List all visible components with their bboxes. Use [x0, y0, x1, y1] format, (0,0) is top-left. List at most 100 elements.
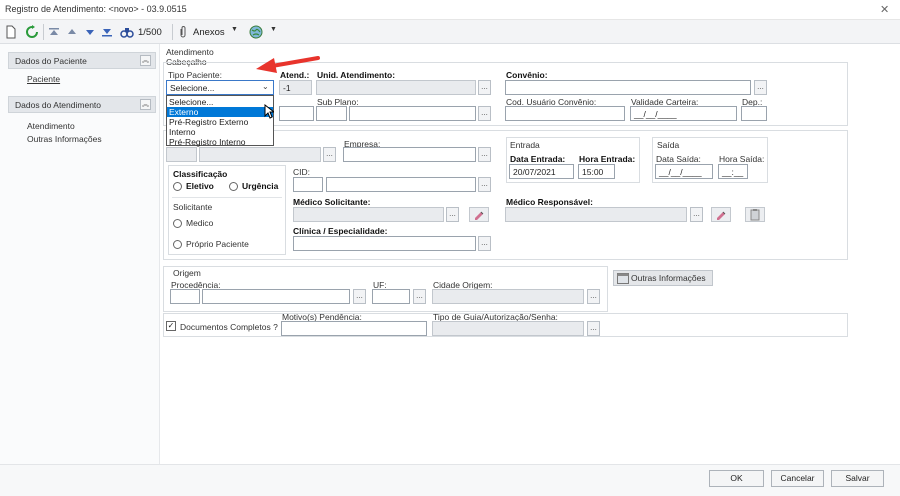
cid-lookup-button[interactable]: ...: [478, 177, 491, 192]
edit-responsible-button[interactable]: [711, 207, 731, 222]
proprio-paciente-label: Próprio Paciente: [186, 239, 249, 249]
medico-solicitante-lookup-button[interactable]: ...: [446, 207, 459, 222]
dropdown-option[interactable]: Selecione...: [167, 97, 273, 107]
chevron-up-icon[interactable]: ︽: [140, 99, 151, 110]
tipo-paciente-label: Tipo Paciente:: [168, 70, 223, 80]
globe-icon[interactable]: [249, 25, 263, 39]
refresh-icon[interactable]: [25, 25, 39, 39]
dropdown-option[interactable]: Pré-Registro Interno: [167, 137, 273, 147]
medico-responsavel-lookup-button[interactable]: ...: [690, 207, 703, 222]
binoculars-icon[interactable]: [120, 25, 134, 39]
sub-plano-lookup-button[interactable]: ...: [478, 106, 491, 121]
convenio-lookup-button[interactable]: ...: [754, 80, 767, 95]
attachments-label[interactable]: Anexos: [193, 27, 225, 38]
documentos-checkbox[interactable]: ✓: [166, 321, 176, 331]
nav-section-attendance[interactable]: Dados do Atendimento ︽: [8, 96, 156, 113]
record-counter: 1/500: [138, 27, 162, 38]
uf-lookup-button[interactable]: ...: [413, 289, 426, 304]
pencil-eraser-icon: [475, 211, 484, 220]
tipo-guia-lookup-button[interactable]: ...: [587, 321, 600, 336]
convenio-field[interactable]: [505, 80, 751, 95]
nav-section-patient-label: Dados do Paciente: [15, 56, 87, 66]
dropdown-option[interactable]: Interno: [167, 127, 273, 137]
origem-group-label: Origem: [173, 268, 201, 278]
sub-plano-field[interactable]: [349, 106, 476, 121]
chevron-down-icon[interactable]: ▼: [270, 26, 277, 33]
footer-bar: [0, 464, 900, 496]
data-entrada-field[interactable]: 20/07/2021: [509, 164, 574, 179]
nav-link-attendance[interactable]: Atendimento: [27, 121, 75, 131]
proprio-paciente-radio[interactable]: [173, 240, 182, 249]
new-document-icon[interactable]: [6, 25, 16, 39]
cod-usuario-field[interactable]: [505, 106, 625, 121]
row-lookup-button[interactable]: ...: [323, 147, 336, 162]
sub-plano-code-field[interactable]: [316, 106, 347, 121]
procedencia-code-field[interactable]: [170, 289, 200, 304]
uf-field[interactable]: [372, 289, 410, 304]
empresa-lookup-button[interactable]: ...: [478, 147, 491, 162]
next-record-icon[interactable]: [84, 25, 96, 39]
cid-field[interactable]: [326, 177, 476, 192]
tipo-guia-field[interactable]: [432, 321, 584, 336]
chevron-up-icon[interactable]: ︽: [140, 55, 151, 66]
eletivo-radio[interactable]: [173, 182, 182, 191]
hora-saida-label: Hora Saída:: [719, 154, 765, 164]
nav-link-patient[interactable]: Paciente: [27, 74, 60, 84]
nav-link-other-info[interactable]: Outras Informações: [27, 134, 102, 144]
plan-field[interactable]: [279, 106, 314, 121]
chevron-down-icon[interactable]: ⌄: [262, 82, 269, 91]
procedencia-field[interactable]: [202, 289, 350, 304]
first-record-icon[interactable]: [48, 25, 60, 39]
row-name-field[interactable]: [199, 147, 321, 162]
data-saida-field[interactable]: __/__/____: [655, 164, 713, 179]
ok-button[interactable]: OK: [709, 470, 764, 487]
clinica-label: Clínica / Especialidade:: [293, 226, 388, 236]
medico-radio[interactable]: [173, 219, 182, 228]
toolbar-separator: [172, 24, 173, 40]
motivo-field[interactable]: [281, 321, 427, 336]
medico-solicitante-field[interactable]: [293, 207, 444, 222]
chevron-down-icon[interactable]: ▼: [231, 26, 238, 33]
edit-doctor-button[interactable]: [469, 207, 489, 222]
row-code-field[interactable]: [166, 147, 197, 162]
clipboard-button[interactable]: [745, 207, 765, 222]
solicitante-label: Solicitante: [173, 202, 213, 212]
close-icon[interactable]: ✕: [880, 3, 889, 16]
outras-info-button[interactable]: Outras Informações: [613, 270, 713, 286]
dropdown-option[interactable]: Pré-Registro Externo: [167, 117, 273, 127]
divider: [172, 197, 282, 198]
cidade-origem-lookup-button[interactable]: ...: [587, 289, 600, 304]
outras-info-button-label: Outras Informações: [631, 273, 706, 283]
procedencia-lookup-button[interactable]: ...: [353, 289, 366, 304]
section-title: Atendimento: [166, 47, 214, 57]
window-title: Registro de Atendimento: <novo> - 03.9.0…: [5, 4, 187, 14]
urgencia-radio[interactable]: [229, 182, 238, 191]
clinica-field[interactable]: [293, 236, 476, 251]
cid-code-field[interactable]: [293, 177, 323, 192]
previous-record-icon[interactable]: [66, 25, 78, 39]
validade-field[interactable]: __/__/____: [630, 106, 737, 121]
dep-field[interactable]: [741, 106, 767, 121]
cancel-button[interactable]: Cancelar: [771, 470, 824, 487]
medico-responsavel-field[interactable]: [505, 207, 687, 222]
hora-entrada-field[interactable]: 15:00: [578, 164, 615, 179]
clinica-lookup-button[interactable]: ...: [478, 236, 491, 251]
mouse-cursor-icon: [264, 104, 274, 119]
paperclip-icon[interactable]: [178, 25, 188, 39]
tipo-paciente-select[interactable]: Selecione... ⌄: [166, 80, 274, 95]
tipo-paciente-dropdown-list: Selecione... Externo Pré-Registro Extern…: [166, 95, 274, 147]
empresa-field[interactable]: [343, 147, 476, 162]
medico-responsavel-label: Médico Responsável:: [506, 197, 593, 207]
last-record-icon[interactable]: [101, 25, 113, 39]
unit-field[interactable]: [316, 80, 476, 95]
pencil-eraser-icon: [717, 211, 726, 220]
data-entrada-label: Data Entrada:: [510, 154, 566, 164]
unit-lookup-button[interactable]: ...: [478, 80, 491, 95]
atend-field: -1: [279, 80, 312, 95]
cidade-origem-field[interactable]: [432, 289, 584, 304]
nav-section-patient[interactable]: Dados do Paciente ︽: [8, 52, 156, 69]
dropdown-option-highlighted[interactable]: Externo: [167, 107, 273, 117]
save-button[interactable]: Salvar: [831, 470, 884, 487]
nav-section-attendance-label: Dados do Atendimento: [15, 100, 102, 110]
hora-saida-field[interactable]: __:__: [718, 164, 748, 179]
